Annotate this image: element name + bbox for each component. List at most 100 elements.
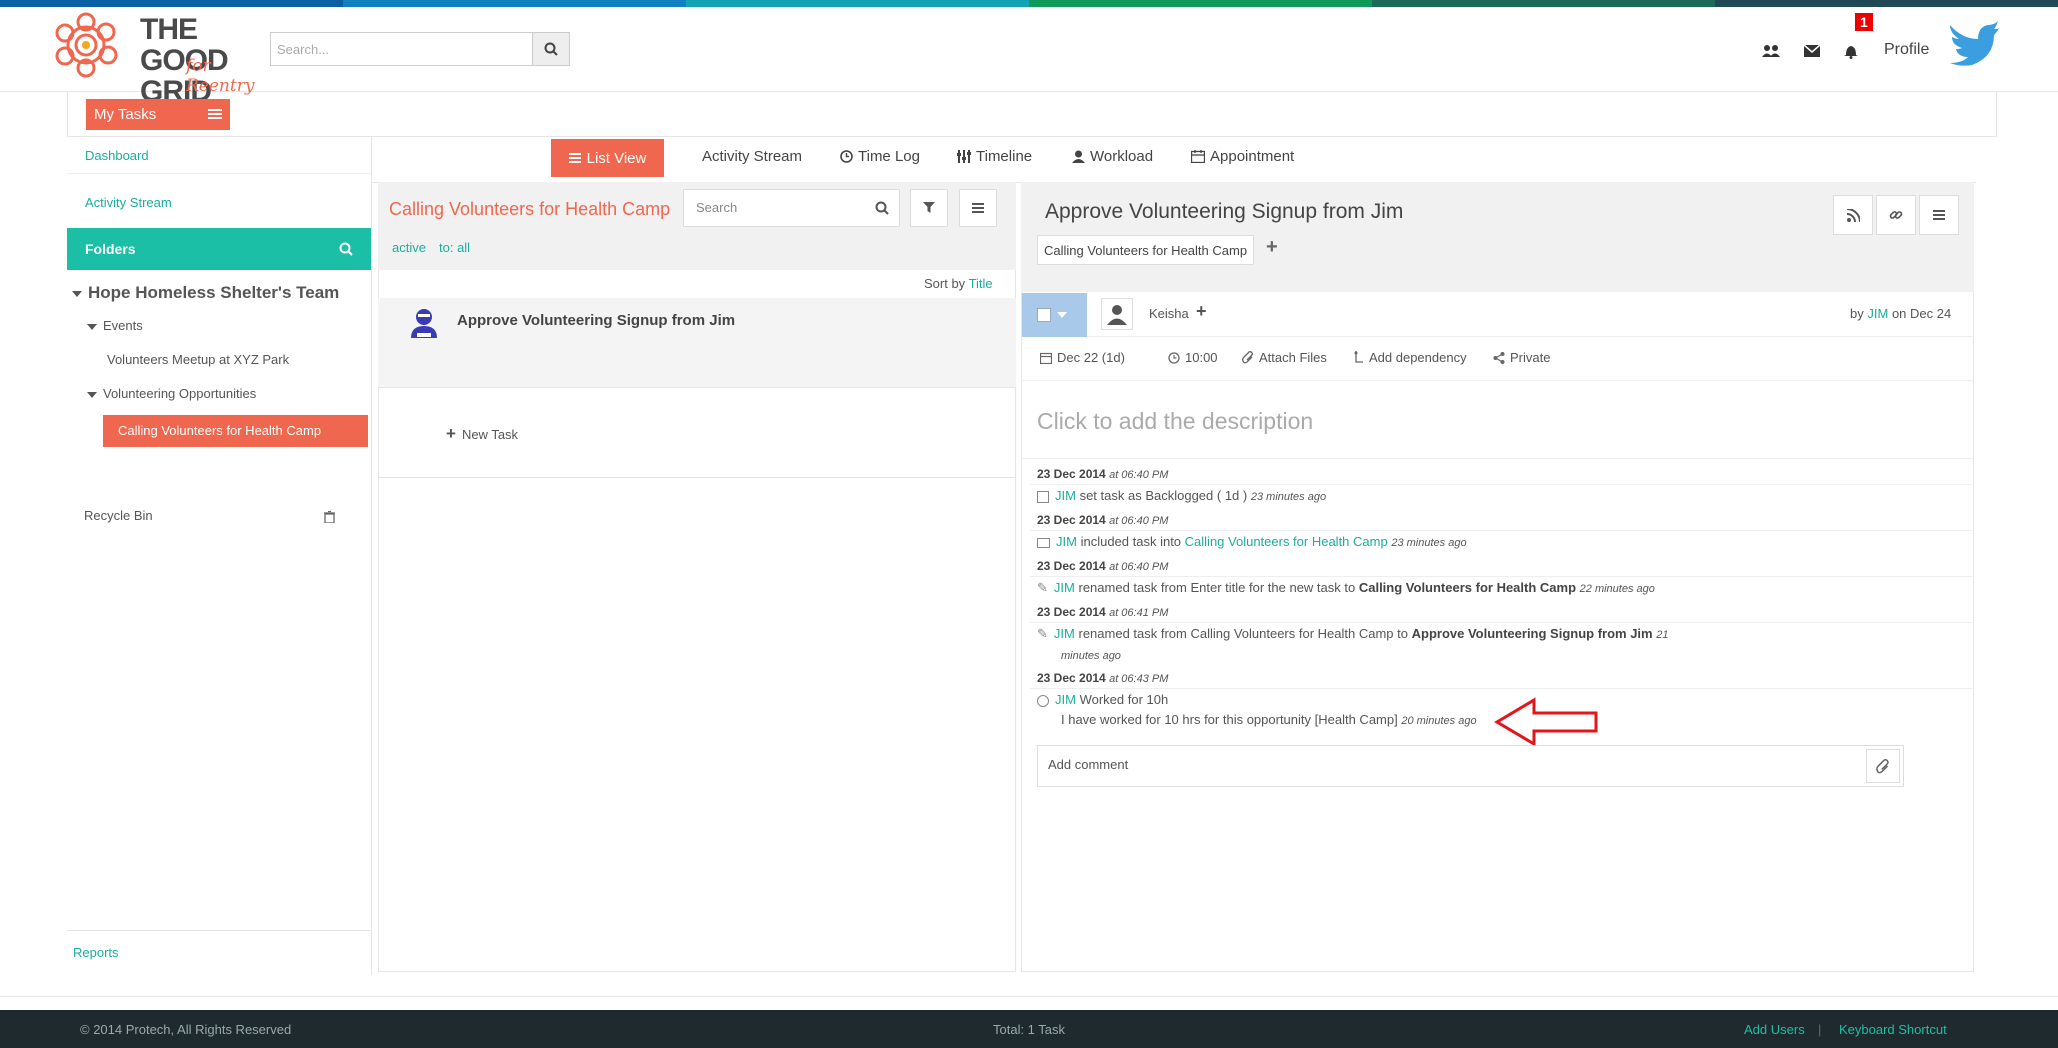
sort-by[interactable]: Sort by Title: [924, 276, 993, 291]
activity-note: I have worked for 10 hrs for this opport…: [1061, 712, 1477, 727]
search-icon[interactable]: [875, 201, 889, 218]
activity-date: 23 Dec 2014 at 06:41 PM: [1037, 605, 1169, 619]
add-users-link[interactable]: Add Users: [1744, 1022, 1805, 1037]
due-time[interactable]: 10:00: [1168, 350, 1218, 365]
user-avatar-icon: [1107, 305, 1127, 325]
sort-by-value[interactable]: Title: [969, 276, 993, 291]
users-icon[interactable]: [1760, 40, 1782, 62]
new-task-button[interactable]: + New Task: [446, 424, 518, 444]
search-icon[interactable]: [339, 242, 353, 256]
list-menu-button[interactable]: [959, 189, 997, 227]
clock-icon: [1037, 694, 1049, 707]
plus-icon: +: [446, 424, 456, 443]
paperclip-icon: [1876, 758, 1889, 773]
filter-active-tag[interactable]: active: [392, 240, 426, 255]
created-by: by JIM on Dec 24: [1850, 306, 1952, 321]
footer-total: Total: 1 Task: [993, 1022, 1066, 1037]
task-name[interactable]: Approve Volunteering Signup from Jim: [457, 312, 735, 329]
checkbox[interactable]: [1036, 308, 1051, 322]
activity-folder-link[interactable]: Calling Volunteers for Health Camp: [1185, 534, 1388, 549]
created-by-user[interactable]: JIM: [1867, 306, 1888, 321]
tree-active-folder[interactable]: Calling Volunteers for Health Camp: [103, 415, 368, 447]
add-folder-plus-icon[interactable]: +: [1266, 236, 1278, 259]
folders-header[interactable]: Folders: [67, 228, 371, 270]
list-search-input[interactable]: Search: [683, 189, 900, 227]
filter-to-tag[interactable]: to: all: [439, 240, 470, 255]
my-tasks-button[interactable]: My Tasks: [86, 99, 230, 130]
top-color-stripe: [0, 0, 2058, 7]
keyboard-shortcut-link[interactable]: Keyboard Shortcut: [1839, 1022, 1947, 1037]
global-search-input[interactable]: Search...: [270, 32, 532, 66]
recycle-bin[interactable]: Recycle Bin: [84, 508, 153, 523]
activity-item: ✎ JIM renamed task from Enter title for t…: [1037, 580, 1655, 595]
activity-user[interactable]: JIM: [1056, 534, 1077, 549]
tab-appointment[interactable]: Appointment: [1191, 148, 1294, 165]
list-icon: [208, 109, 222, 119]
share-icon: [1493, 351, 1505, 364]
description-placeholder[interactable]: Click to add the description: [1037, 408, 1313, 435]
tree-team[interactable]: Hope Homeless Shelter's Team: [72, 283, 339, 303]
sidebar-item-reports[interactable]: Reports: [73, 945, 119, 960]
user-icon: [1072, 150, 1085, 163]
add-dependency[interactable]: Add dependency: [1354, 350, 1467, 365]
pencil-icon: ✎: [1037, 626, 1048, 641]
link-button[interactable]: [1876, 195, 1916, 235]
calendar-icon: [1037, 490, 1049, 503]
tree-events[interactable]: Events: [87, 318, 143, 333]
search-icon: [544, 42, 558, 56]
activity-user[interactable]: JIM: [1055, 488, 1076, 503]
envelope-icon[interactable]: [1801, 40, 1823, 62]
global-search-button[interactable]: [532, 32, 570, 66]
footer-separator: |: [1818, 1022, 1822, 1037]
twitter-icon[interactable]: [1948, 17, 2000, 72]
activity-date: 23 Dec 2014 at 06:43 PM: [1037, 671, 1169, 685]
meta-divider: [1021, 380, 1974, 381]
add-assignee-plus-icon[interactable]: +: [1196, 301, 1207, 322]
sub-bar: [67, 92, 1997, 137]
tree-volunteering[interactable]: Volunteering Opportunities: [87, 386, 256, 401]
filter-button[interactable]: [910, 189, 948, 227]
activity-date: 23 Dec 2014 at 06:40 PM: [1037, 513, 1169, 527]
due-date[interactable]: Dec 22 (1d): [1040, 350, 1125, 365]
rss-button[interactable]: [1833, 195, 1873, 235]
clock-icon: [840, 150, 853, 163]
trash-icon[interactable]: [324, 510, 335, 526]
folder-crumb[interactable]: Calling Volunteers for Health Camp: [1037, 235, 1255, 265]
caret-down-icon: [87, 391, 97, 398]
notification-badge[interactable]: 1: [1855, 13, 1873, 31]
comment-attach-button[interactable]: [1866, 749, 1900, 783]
dependency-icon: [1354, 351, 1363, 363]
private-toggle[interactable]: Private: [1493, 350, 1550, 365]
tab-time-log[interactable]: Time Log: [840, 148, 920, 165]
activity-user[interactable]: JIM: [1054, 626, 1075, 641]
calendar-icon: [1040, 352, 1052, 364]
activity-item: ✎ JIM renamed task from Calling Volunteer…: [1037, 626, 1669, 662]
add-comment-input[interactable]: Add comment: [1037, 745, 1904, 787]
tab-workload[interactable]: Workload: [1072, 148, 1153, 165]
status-checkbox-dropdown[interactable]: [1022, 293, 1087, 337]
activity-date: 23 Dec 2014 at 06:40 PM: [1037, 467, 1169, 481]
profile-link[interactable]: Profile: [1884, 41, 1929, 59]
tree-event-item[interactable]: Volunteers Meetup at XYZ Park: [107, 352, 289, 367]
menu-icon: [1933, 209, 1945, 220]
attach-files[interactable]: Attach Files: [1242, 350, 1327, 365]
assignee-name[interactable]: Keisha: [1149, 306, 1189, 321]
paperclip-icon: [1242, 351, 1253, 364]
link-icon: [1889, 211, 1903, 219]
sidebar-item-activity-stream[interactable]: Activity Stream: [85, 195, 172, 210]
tab-activity-stream[interactable]: Activity Stream: [702, 148, 802, 165]
bell-icon[interactable]: [1840, 40, 1862, 62]
detail-menu-button[interactable]: [1919, 195, 1959, 235]
sidebar-item-dashboard[interactable]: Dashboard: [85, 148, 149, 163]
tab-timeline[interactable]: Timeline: [957, 148, 1032, 165]
activity-user[interactable]: JIM: [1055, 692, 1076, 707]
description-divider: [1021, 458, 1974, 459]
caret-down-icon: [72, 290, 82, 297]
detail-title[interactable]: Approve Volunteering Signup from Jim: [1045, 200, 1403, 224]
assignee-avatar[interactable]: [1101, 298, 1133, 330]
activity-user[interactable]: JIM: [1054, 580, 1075, 595]
flower-logo-icon: [55, 12, 118, 78]
tab-list-view[interactable]: List View: [551, 139, 664, 177]
footer: © 2014 Protech, All Rights Reserved Tota…: [0, 1010, 2058, 1048]
logo[interactable]: THE GOOD GRID for Reentry: [48, 8, 268, 107]
